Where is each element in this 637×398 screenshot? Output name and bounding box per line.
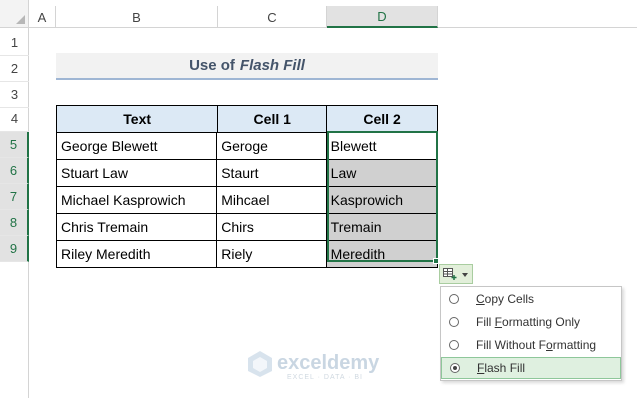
watermark-tagline: EXCEL · DATA · BI <box>287 374 363 381</box>
column-header-a[interactable]: A <box>29 6 56 28</box>
radio-icon <box>449 340 459 350</box>
table-cell-flashfilled[interactable]: Tremain <box>326 214 438 241</box>
row-header-3[interactable]: 3 <box>0 82 29 108</box>
table-row: Michael Kasprowich Mihcael Kasprowich <box>57 187 438 214</box>
watermark-name: exceldemy <box>277 352 380 374</box>
table-cell[interactable]: Chirs <box>217 214 327 241</box>
menu-item-label: Fill Formatting Only <box>476 315 581 329</box>
table-cell[interactable]: George Blewett <box>57 133 218 160</box>
header-cell1[interactable]: Cell 1 <box>218 106 328 133</box>
table-row: Riley Meredith Riely Meredith <box>57 241 438 268</box>
header-text[interactable]: Text <box>57 106 219 133</box>
table-cell[interactable]: Riely <box>217 241 327 268</box>
data-table: Text Cell 1 Cell 2 George Blewett Geroge… <box>56 105 438 268</box>
menu-item-flash-fill[interactable]: Flash Fill <box>441 357 621 379</box>
radio-icon <box>449 294 459 304</box>
row-header-1[interactable]: 1 <box>0 30 29 56</box>
row-header-5[interactable]: 5 <box>0 132 29 158</box>
table-row: George Blewett Geroge Blewett <box>57 133 438 160</box>
menu-item-copy-cells[interactable]: Copy Cells <box>441 288 621 310</box>
radio-icon <box>449 317 459 327</box>
table-row: Chris Tremain Chirs Tremain <box>57 214 438 241</box>
select-all-corner[interactable] <box>0 0 29 28</box>
row-header-9[interactable]: 9 <box>0 236 29 262</box>
autofill-options-icon <box>443 268 457 280</box>
row-header-4[interactable]: 4 <box>0 106 29 132</box>
table-cell[interactable]: Stuart Law <box>57 160 218 187</box>
row-header-6[interactable]: 6 <box>0 158 29 184</box>
row-header-8[interactable]: 8 <box>0 210 29 236</box>
exceldemy-logo-icon <box>248 351 272 377</box>
menu-item-label: Flash Fill <box>477 361 526 375</box>
table-cell[interactable]: Geroge <box>217 133 327 160</box>
menu-item-fill-formatting-only[interactable]: Fill Formatting Only <box>441 311 621 333</box>
title-prefix: Use of <box>189 57 235 74</box>
chevron-down-icon <box>462 273 468 277</box>
table-cell-flashfilled[interactable]: Law <box>326 160 438 187</box>
table-cell[interactable]: Michael Kasprowich <box>57 187 218 214</box>
menu-item-fill-without-formatting[interactable]: Fill Without Formatting <box>441 334 621 356</box>
sheet-title[interactable]: Use of Flash Fill <box>56 53 438 80</box>
table-cell-active[interactable]: Blewett <box>326 133 438 160</box>
radio-selected-icon <box>450 363 460 373</box>
column-header-d[interactable]: D <box>327 6 438 28</box>
table-cell[interactable]: Riley Meredith <box>57 241 218 268</box>
autofill-options-button[interactable] <box>439 264 473 284</box>
table-cell[interactable]: Mihcael <box>217 187 327 214</box>
table-cell[interactable]: Staurt <box>217 160 327 187</box>
row-header-2[interactable]: 2 <box>0 56 29 82</box>
row-header-7[interactable]: 7 <box>0 184 29 210</box>
autofill-options-menu: Copy Cells Fill Formatting Only Fill Wit… <box>440 286 622 381</box>
column-header-c[interactable]: C <box>218 6 327 28</box>
table-cell-flashfilled[interactable]: Meredith <box>326 241 438 268</box>
column-header-b[interactable]: B <box>56 6 218 28</box>
menu-item-label: Fill Without Formatting <box>476 338 597 352</box>
watermark: exceldemy EXCEL · DATA · BI <box>247 350 397 386</box>
header-cell2[interactable]: Cell 2 <box>327 106 438 133</box>
table-row: Stuart Law Staurt Law <box>57 160 438 187</box>
table-cell[interactable]: Chris Tremain <box>57 214 218 241</box>
menu-item-label: Copy Cells <box>476 292 535 306</box>
title-italic: Flash Fill <box>239 57 305 74</box>
table-header-row: Text Cell 1 Cell 2 <box>57 106 438 133</box>
table-cell-flashfilled[interactable]: Kasprowich <box>326 187 438 214</box>
